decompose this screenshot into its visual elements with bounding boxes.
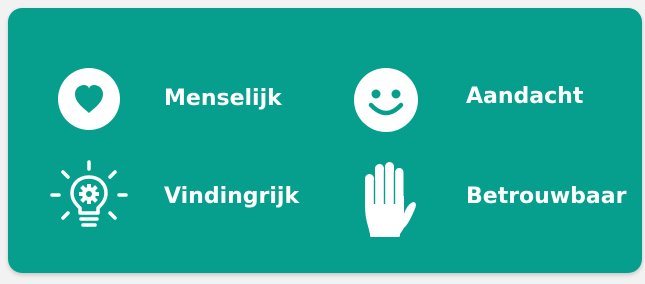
hand-icon bbox=[365, 162, 416, 237]
smiley-icon bbox=[354, 68, 418, 132]
value-label-vindingrijk: Vindingrijk bbox=[164, 184, 300, 209]
values-card: Menselijk Aandacht Vindingrijk Betrouwba… bbox=[8, 8, 642, 273]
heart-icon bbox=[58, 68, 120, 130]
value-label-menselijk: Menselijk bbox=[164, 86, 282, 111]
value-label-aandacht: Aandacht bbox=[466, 84, 584, 109]
lightbulb-gear-icon bbox=[50, 160, 128, 227]
value-label-betrouwbaar: Betrouwbaar bbox=[466, 184, 627, 209]
